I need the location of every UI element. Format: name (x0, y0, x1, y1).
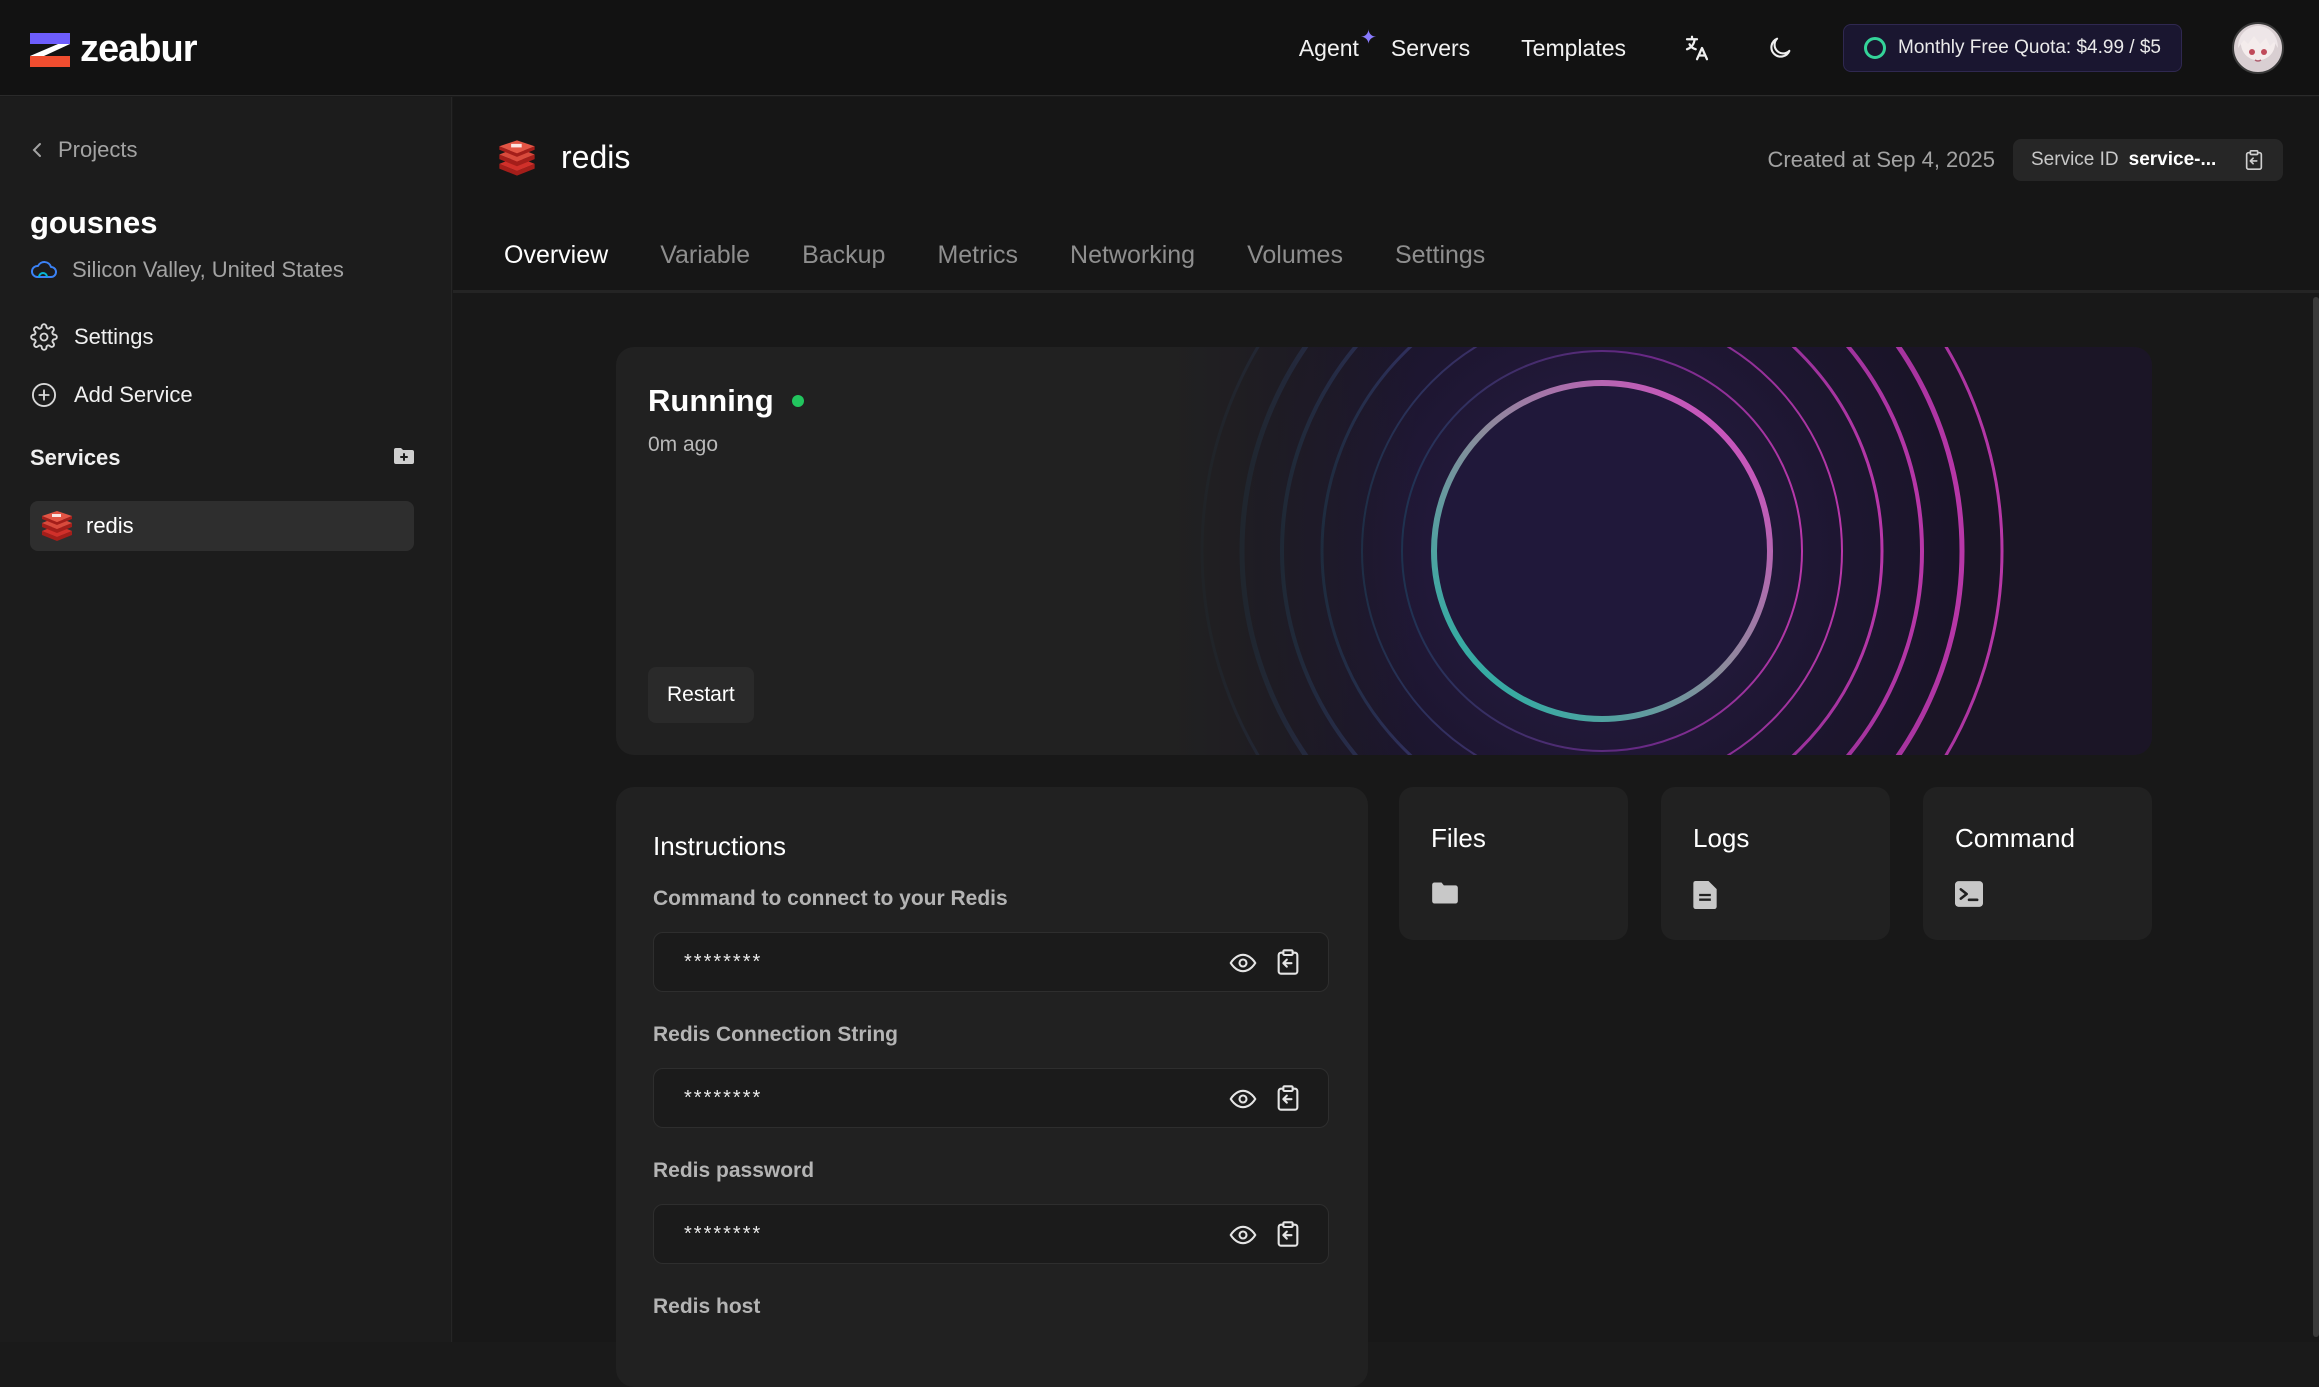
sidebar-service-redis[interactable]: redis (30, 501, 414, 551)
files-title: Files (1431, 823, 1486, 853)
field-label: Redis host (653, 1295, 761, 1318)
cloud-icon (31, 261, 57, 278)
service-title: redis (497, 139, 630, 176)
copy-icon[interactable] (1274, 1219, 1302, 1249)
restart-button[interactable]: Restart (648, 667, 754, 723)
instructions-card: Instructions Command to connect to your … (616, 787, 1368, 1387)
redis-icon (42, 511, 72, 541)
eye-icon[interactable] (1228, 949, 1258, 977)
files-card[interactable]: Files (1399, 787, 1628, 940)
translate-icon (1685, 35, 1709, 61)
gear-icon (30, 323, 58, 351)
instructions-title: Instructions (653, 831, 786, 861)
tab-settings[interactable]: Settings (1395, 241, 1485, 270)
copy-icon[interactable] (2243, 149, 2265, 171)
sidebar-item-settings[interactable]: Settings (30, 323, 154, 351)
service-id-badge[interactable]: Service ID service-... (2013, 139, 2283, 181)
service-id-value: service-... (2128, 149, 2217, 170)
quota-text: Monthly Free Quota: $4.99 / $5 (1898, 37, 2161, 58)
logo-text: zeabur (80, 28, 197, 70)
status-title: Running (648, 383, 804, 419)
service-name-label: redis (86, 513, 134, 538)
avatar-image-icon (2238, 26, 2278, 62)
tab-backup[interactable]: Backup (802, 241, 885, 270)
command-card[interactable]: Command (1923, 787, 2152, 940)
sidebar: Projects gousnes Silicon Valley, United … (0, 97, 452, 1342)
sidebar-item-label: Add Service (74, 382, 193, 407)
eye-icon[interactable] (1228, 1221, 1258, 1249)
service-header: redis Created at Sep 4, 2025 Service ID … (453, 97, 2319, 293)
status-label: Running (648, 383, 774, 418)
nav-servers-link[interactable]: Servers (1391, 35, 1470, 62)
status-banner-image (1172, 347, 2152, 755)
top-bar: zeabur Agent ✦ Servers Templates Monthly… (0, 0, 2319, 96)
field-label: Redis password (653, 1159, 815, 1182)
services-title: Services (30, 445, 121, 470)
scrollbar[interactable] (2313, 297, 2319, 1337)
nav-agent-link[interactable]: Agent ✦ (1298, 27, 1377, 62)
zeabur-logo-icon (30, 32, 70, 67)
document-icon (1693, 881, 1717, 909)
nav-templates-link[interactable]: Templates (1521, 35, 1626, 62)
theme-toggle-button[interactable] (1760, 28, 1800, 68)
connect-command-field (653, 932, 1329, 992)
copy-icon[interactable] (1274, 1083, 1302, 1113)
nav-agent-label: Agent (1298, 34, 1359, 61)
plus-circle-icon (31, 382, 57, 408)
field-label: Command to connect to your Redis (653, 887, 1008, 910)
tab-networking[interactable]: Networking (1070, 241, 1195, 270)
logo[interactable]: zeabur (30, 28, 197, 71)
top-nav: Agent ✦ Servers Templates Monthly Free Q… (1299, 0, 2319, 96)
service-id-label: Service ID (2031, 149, 2119, 170)
main-content: redis Created at Sep 4, 2025 Service ID … (453, 97, 2319, 1387)
command-title: Command (1955, 823, 2075, 853)
eye-icon[interactable] (1228, 1085, 1258, 1113)
back-label: Projects (58, 137, 138, 162)
folder-icon (1432, 882, 1458, 904)
status-indicator-dot (791, 395, 804, 407)
status-time: 0m ago (648, 433, 719, 456)
redis-password-input[interactable] (684, 1219, 1184, 1249)
logs-card[interactable]: Logs (1661, 787, 1890, 940)
service-name: redis (561, 139, 631, 175)
new-folder-button[interactable] (393, 447, 415, 470)
logs-title: Logs (1693, 823, 1750, 853)
connect-command-input[interactable] (684, 947, 1184, 977)
tab-volumes[interactable]: Volumes (1247, 241, 1343, 270)
services-header: Services (30, 445, 415, 471)
moon-icon (1770, 37, 1791, 58)
region-label: Silicon Valley, United States (72, 257, 344, 282)
quota-badge[interactable]: Monthly Free Quota: $4.99 / $5 (1843, 24, 2182, 72)
sidebar-item-label: Settings (74, 324, 154, 349)
field-label: Redis Connection String (653, 1023, 899, 1046)
terminal-icon (1955, 881, 1983, 907)
service-tabs: Overview Variable Backup Metrics Network… (504, 241, 1485, 270)
project-region: Silicon Valley, United States (30, 257, 344, 283)
tab-overview[interactable]: Overview (504, 241, 608, 270)
redis-password-field (653, 1204, 1329, 1264)
redis-icon (499, 139, 535, 176)
tab-metrics[interactable]: Metrics (937, 241, 1018, 270)
sparkle-icon: ✦ (1360, 26, 1377, 49)
language-button[interactable] (1677, 28, 1717, 68)
connection-string-input[interactable] (684, 1083, 1184, 1113)
status-card: Running 0m ago Restart (616, 347, 2152, 755)
folder-plus-icon (394, 447, 414, 464)
back-to-projects-link[interactable]: Projects (30, 137, 137, 163)
tab-variable[interactable]: Variable (660, 241, 750, 270)
copy-icon[interactable] (1274, 947, 1302, 977)
created-date: Created at Sep 4, 2025 (1767, 147, 1996, 172)
project-name: gousnes (30, 205, 158, 240)
connection-string-field (653, 1068, 1329, 1128)
chevron-left-icon (32, 143, 41, 157)
quota-ring-icon (1864, 37, 1886, 59)
user-avatar[interactable] (2232, 22, 2284, 74)
sidebar-item-add-service[interactable]: Add Service (30, 381, 193, 409)
